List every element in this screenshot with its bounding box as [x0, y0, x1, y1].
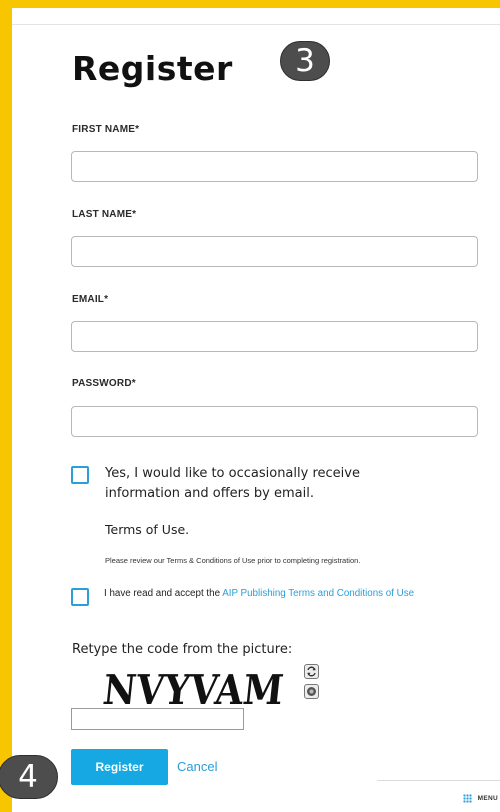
accept-terms-text: I have read and accept the AIP Publishin… [104, 584, 484, 604]
audio-icon[interactable] [304, 684, 319, 699]
first-name-field[interactable] [71, 151, 478, 182]
top-bar [12, 8, 500, 25]
menu-label: MENU [477, 794, 498, 802]
password-field[interactable] [71, 406, 478, 437]
accept-terms-checkbox[interactable] [71, 588, 89, 606]
accept-terms-prefix: I have read and accept the [104, 588, 223, 599]
menu-button[interactable]: MENU [462, 792, 498, 804]
last-name-field[interactable] [71, 236, 478, 267]
terms-heading: Terms of Use. [105, 522, 190, 537]
last-name-label: LAST NAME* [72, 209, 137, 220]
step-badge-4: 4 [0, 755, 58, 799]
first-name-label: FIRST NAME* [72, 124, 140, 135]
terms-link[interactable]: AIP Publishing Terms and Conditions of U… [222, 588, 414, 599]
footer-bar: MENU [377, 780, 500, 812]
captcha-image: NVYVAM [101, 665, 284, 708]
cancel-link[interactable]: Cancel [177, 759, 217, 774]
step-badge-3: 3 [280, 41, 330, 81]
password-label: PASSWORD* [72, 378, 136, 389]
registration-page: Register 3 FIRST NAME* LAST NAME* EMAIL*… [12, 8, 500, 812]
captcha-input[interactable] [71, 708, 244, 730]
captcha-label: Retype the code from the picture: [72, 642, 293, 657]
grid-icon [462, 793, 472, 803]
terms-note: Please review our Terms & Conditions of … [105, 556, 361, 565]
page-title: Register [72, 49, 233, 88]
email-label: EMAIL* [72, 294, 109, 305]
opt-in-text: Yes, I would like to occasionally receiv… [105, 466, 360, 501]
captcha-code: NVYVAM [101, 665, 284, 708]
email-field[interactable] [71, 321, 478, 352]
refresh-icon[interactable] [304, 664, 319, 679]
opt-in-checkbox[interactable] [71, 466, 89, 484]
register-button[interactable]: Register [71, 749, 168, 785]
